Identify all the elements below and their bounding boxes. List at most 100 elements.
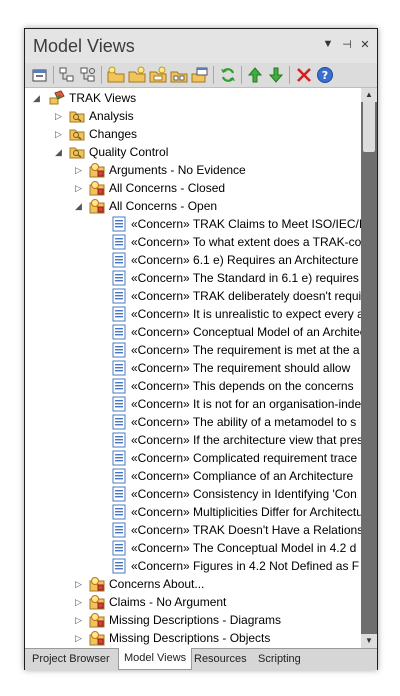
tree-node[interactable]: ◢ TRAK Views [25,89,361,107]
pin-icon[interactable]: ⊣ [341,38,353,51]
concern-item[interactable]: «Concern» TRAK deliberately doesn't requ… [25,287,361,305]
search-view-icon [89,180,105,196]
new-slideshow-icon[interactable] [170,66,188,84]
expand-icon[interactable]: ▷ [55,129,65,139]
tab-resources[interactable]: Resources [189,649,252,669]
tree-node[interactable]: ◢ Quality Control [25,143,361,161]
model-tree-icon[interactable] [58,66,76,84]
new-view-icon[interactable] [128,66,146,84]
search-view-icon [89,612,105,628]
concern-item[interactable]: «Concern» Compliance of an Architecture [25,467,361,485]
expand-icon[interactable]: ▷ [75,633,85,643]
concern-icon [111,486,127,502]
tree-node[interactable]: ▷ Analysis [25,107,361,125]
expand-icon[interactable]: ▷ [75,165,85,175]
tree-node-label: Claims - No Argument [109,595,227,609]
collapse-icon[interactable]: ◢ [33,93,43,103]
expand-icon[interactable]: ▷ [75,597,85,607]
collapse-icon[interactable]: ◢ [55,147,65,157]
tab-project-browser[interactable]: Project Browser [27,649,115,669]
concern-item[interactable]: «Concern» Complicated requirement trace [25,449,361,467]
tree-node[interactable]: ▷ Arguments - No Evidence [25,161,361,179]
search-view-icon [89,576,105,592]
concern-item[interactable]: «Concern» TRAK Doesn't Have a Relationsh… [25,521,361,539]
vertical-scrollbar[interactable]: ▲ ▼ [361,88,377,648]
concern-icon [111,324,127,340]
concern-item[interactable]: «Concern» This depends on the concerns [25,377,361,395]
tree-node-label: «Concern» 6.1 e) Requires an Architectur… [131,253,359,267]
expand-icon[interactable]: ▷ [55,111,65,121]
new-folder-icon[interactable] [107,66,125,84]
tree-node[interactable]: ▷ Concerns About... [25,575,361,593]
search-folder-icon [69,126,85,142]
concern-item[interactable]: «Concern» 6.1 e) Requires an Architectur… [25,251,361,269]
concern-item[interactable]: «Concern» To what extent does a TRAK-con… [25,233,361,251]
concern-item[interactable]: «Concern» It is not for an organisation-… [25,395,361,413]
tree-node-label: «Concern» TRAK deliberately doesn't requ… [131,289,361,303]
search-view-icon [89,162,105,178]
tree-node[interactable]: ▷ Claims - No Argument [25,593,361,611]
tree-node[interactable]: ▷ All Concerns - Closed [25,179,361,197]
concern-item[interactable]: «Concern» The Conceptual Model in 4.2 d [25,539,361,557]
tree-node[interactable]: ▷ Missing Descriptions - Diagrams [25,611,361,629]
concern-icon [111,450,127,466]
concern-item[interactable]: «Concern» The Standard in 6.1 e) require… [25,269,361,287]
view-properties-icon[interactable] [31,66,49,84]
concern-icon [111,558,127,574]
tree-node[interactable]: ▷ Changes [25,125,361,143]
concern-item[interactable]: «Concern» If the architecture view that … [25,431,361,449]
delete-icon[interactable] [295,66,313,84]
collapse-icon[interactable]: ◢ [75,201,85,211]
tree-node-label: «Concern» It is not for an organisation-… [131,397,361,411]
svg-text:?: ? [322,69,328,82]
move-up-icon[interactable] [246,66,264,84]
search-view-icon [89,630,105,646]
expand-icon[interactable]: ▷ [75,579,85,589]
title-bar: Model Views ▼ ⊣ ✕ [25,29,377,63]
concern-item[interactable]: «Concern» Consistency in Identifying 'Co… [25,485,361,503]
tree-node-label: «Concern» Consistency in Identifying 'Co… [131,487,357,501]
tree-node-label: «Concern» The ability of a metamodel to … [131,415,357,429]
tree-node-label: All Concerns - Closed [109,181,226,195]
help-icon[interactable]: ? [316,66,334,84]
tree-node-label: Changes [89,127,138,141]
dropdown-menu-icon[interactable]: ▼ [322,38,334,50]
concern-item[interactable]: «Concern» The ability of a metamodel to … [25,413,361,431]
model-tree-2-icon[interactable] [79,66,97,84]
concern-item[interactable]: «Concern» Conceptual Model of an Archite… [25,323,361,341]
concern-icon [111,522,127,538]
tree-node[interactable]: ▷ Missing Descriptions - Objects [25,629,361,647]
window-title: Model Views [33,36,135,56]
new-view-2-icon[interactable] [149,66,167,84]
move-down-icon[interactable] [267,66,285,84]
expand-icon[interactable]: ▷ [75,615,85,625]
scroll-down-icon[interactable]: ▼ [361,634,377,648]
concern-item[interactable]: «Concern» TRAK Claims to Meet ISO/IEC/IE… [25,215,361,233]
open-view-icon[interactable] [191,66,209,84]
scrollbar-thumb[interactable] [363,100,375,152]
root-icon [49,90,65,106]
tree-node[interactable]: ◢ All Concerns - Open [25,197,361,215]
tree-node-label: «Concern» To what extent does a TRAK-con… [131,235,361,249]
close-icon[interactable]: ✕ [359,38,371,51]
concern-icon [111,288,127,304]
tab-scripting[interactable]: Scripting [253,649,306,669]
search-folder-icon [69,144,85,160]
expand-icon[interactable]: ▷ [75,183,85,193]
tree-node-label: Missing Descriptions - Objects [109,631,271,645]
concern-item[interactable]: «Concern» Figures in 4.2 Not Defined as … [25,557,361,575]
tab-model-views[interactable]: Model Views [118,648,193,670]
tree-node-label: «Concern» Compliance of an Architecture [131,469,354,483]
concern-item[interactable]: «Concern» It is unrealistic to expect ev… [25,305,361,323]
tree-node-label: TRAK Views [69,91,137,105]
concern-item[interactable]: «Concern» The requirement should allow [25,359,361,377]
tree-node-label: «Concern» The Standard in 6.1 e) require… [131,271,359,285]
concern-item[interactable]: «Concern» Multiplicities Differ for Arch… [25,503,361,521]
refresh-icon[interactable] [219,66,237,84]
tree-node-label: «Concern» It is unrealistic to expect ev… [131,307,361,321]
concern-icon [111,432,127,448]
tree-node-label: «Concern» If the architecture view that … [131,433,361,447]
concern-item[interactable]: «Concern» The requirement is met at the … [25,341,361,359]
concern-icon [111,270,127,286]
model-views-tree[interactable]: ◢ TRAK Views ▷ Analysis ▷ Changes ◢ Quality Con… [25,88,361,648]
